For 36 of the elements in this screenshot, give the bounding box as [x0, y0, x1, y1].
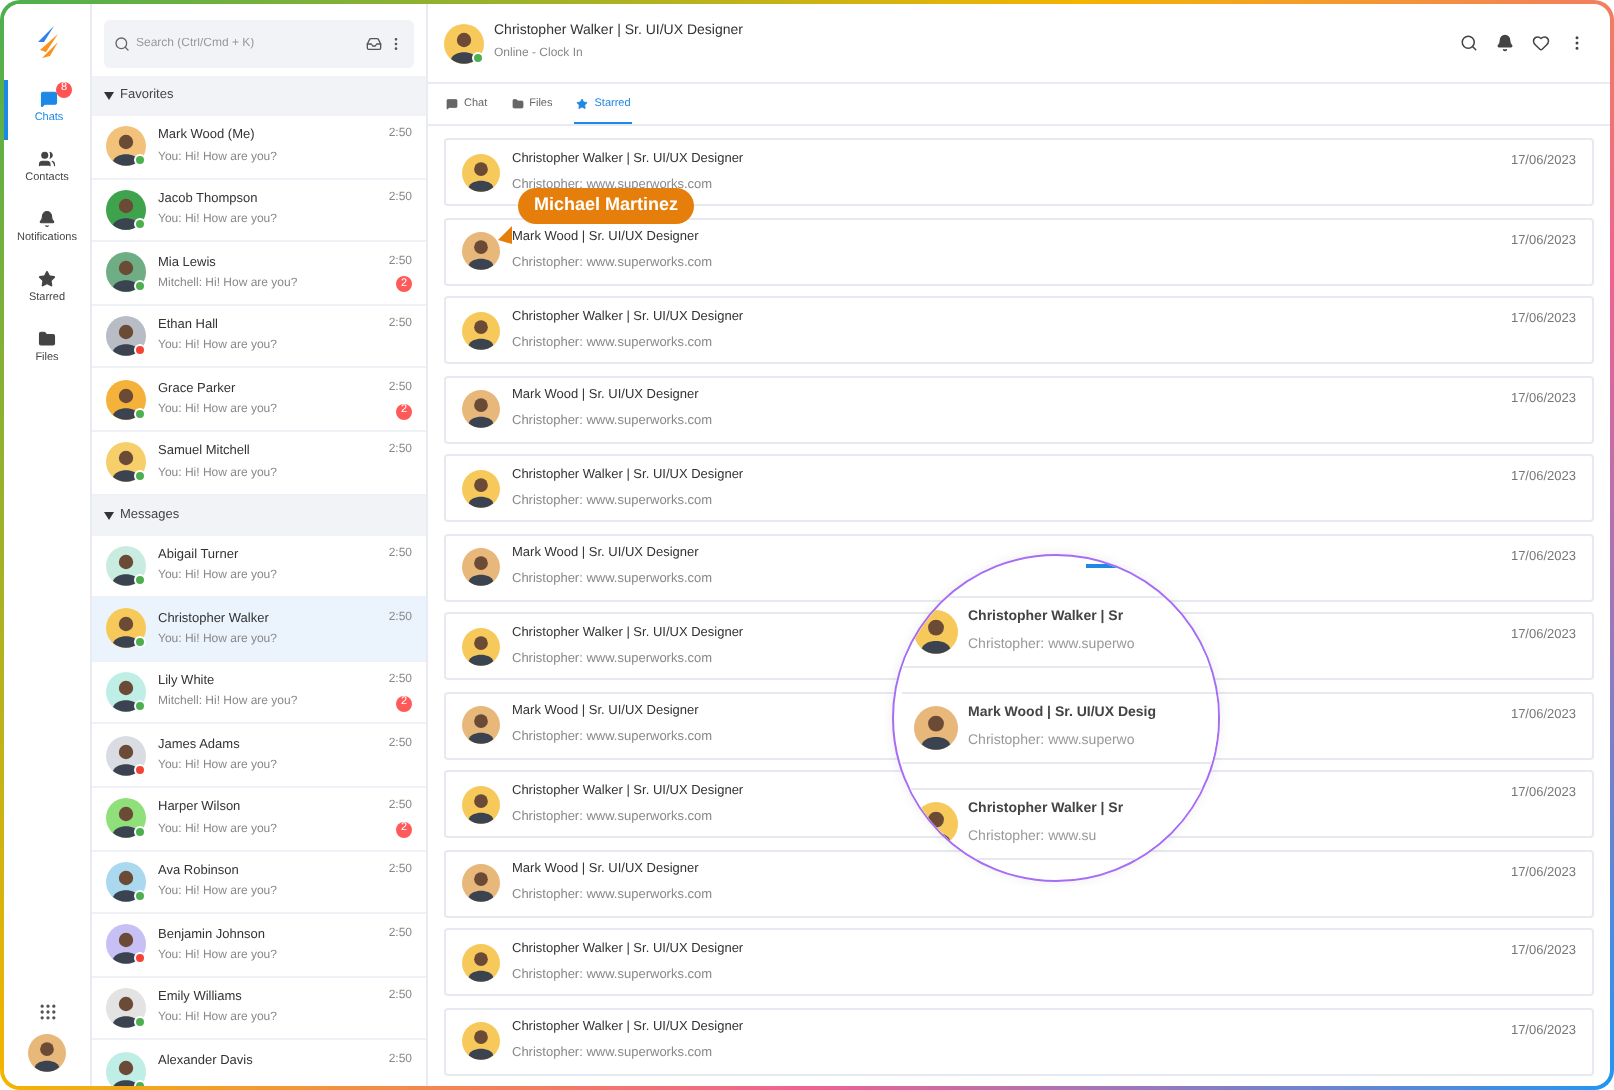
- apps-grid-icon[interactable]: [37, 1002, 57, 1022]
- nav-icon: [38, 150, 56, 168]
- name-tooltip: Michael Martinez: [518, 188, 695, 224]
- avatar: [444, 23, 484, 63]
- nav-icon: [38, 330, 56, 348]
- avatar: [106, 379, 146, 420]
- logo-icon: [33, 24, 61, 60]
- tooltip-pointer-icon: [498, 226, 512, 244]
- nav-icon: [38, 210, 56, 228]
- avatar: [106, 798, 146, 839]
- avatar: [106, 189, 146, 230]
- avatar: [106, 1051, 146, 1086]
- avatar: [106, 924, 146, 965]
- avatar: [106, 735, 146, 776]
- heart-icon[interactable]: [1532, 34, 1550, 52]
- avatar: [28, 1034, 66, 1072]
- inbox-icon[interactable]: [366, 36, 382, 52]
- avatar: [106, 545, 146, 586]
- bell-icon[interactable]: [1496, 34, 1514, 52]
- nav-icon: [40, 90, 58, 108]
- search-icon: [114, 36, 130, 52]
- search-icon[interactable]: [1460, 34, 1478, 52]
- avatar: [106, 861, 146, 902]
- avatar: [106, 608, 146, 649]
- avatar: [106, 442, 146, 483]
- avatar: [106, 126, 146, 167]
- caret-icon: [104, 511, 114, 520]
- caret-icon: [104, 92, 114, 100]
- tab-icon: [446, 97, 458, 110]
- avatar: [106, 672, 146, 713]
- tab-icon: [576, 97, 589, 110]
- avatar: [106, 988, 146, 1029]
- tab-icon: [511, 97, 524, 110]
- avatar: [106, 316, 146, 357]
- nav-icon: [38, 270, 56, 288]
- avatar: [106, 252, 146, 293]
